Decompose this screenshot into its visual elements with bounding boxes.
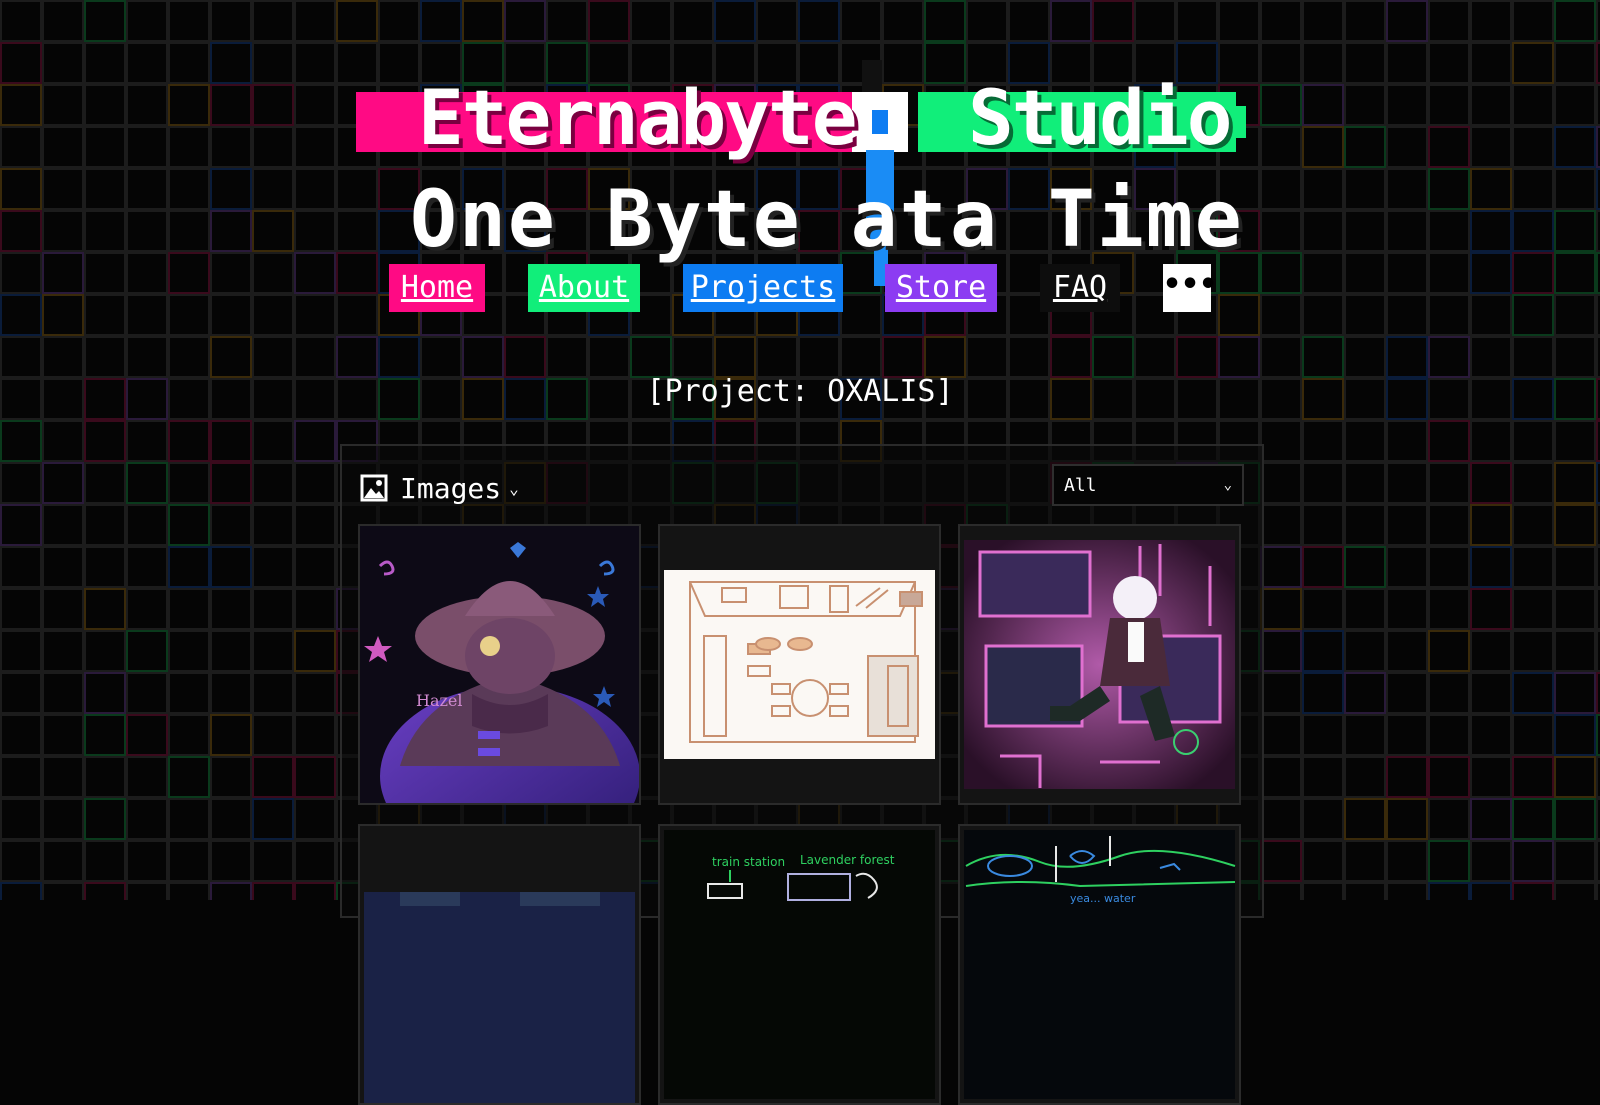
project-title: [Project: OXALIS] — [646, 374, 954, 409]
artwork-room-sketch — [660, 526, 939, 803]
artwork-caption-a: yea... water — [1070, 892, 1136, 905]
logo-tagline-left: One Byte at — [410, 175, 949, 265]
gallery-tile-screens-character[interactable] — [958, 524, 1241, 805]
ellipsis-icon[interactable]: ••• — [1163, 264, 1217, 312]
chevron-down-icon: ⌄ — [509, 478, 519, 498]
nav-projects[interactable]: Projects — [683, 264, 843, 312]
logo-tagline-right: a Time — [950, 175, 1244, 265]
artwork-caption-a: train station — [712, 855, 785, 869]
page: Eternabyte Studio One Byte at a Time Hom… — [0, 0, 1600, 1105]
artwork-dark-scene — [360, 826, 639, 1103]
chevron-down-icon: ⌄ — [1223, 477, 1232, 493]
artwork-path-sketch: yea... water — [960, 826, 1239, 1103]
images-section-label: Images — [400, 471, 502, 505]
nav-about[interactable]: About — [528, 264, 640, 312]
filter-select[interactable]: All ⌄ — [1052, 464, 1244, 506]
nav-home[interactable]: Home — [389, 264, 485, 312]
plug-icon — [852, 92, 908, 152]
filter-select-value: All — [1064, 474, 1097, 496]
main-nav: Home About Projects Store FAQ ••• — [0, 264, 1600, 312]
logo-title-left: Eternabyte — [418, 73, 858, 162]
gallery-panel: Images ⌄ All ⌄ Hazel train station Laven… — [340, 444, 1264, 1105]
logo-title-right: Studio — [968, 73, 1233, 162]
artwork-map-sketch: train station Lavender forest — [660, 826, 939, 1103]
artwork-screens-character — [960, 526, 1239, 803]
gallery-tile-room-sketch[interactable] — [658, 524, 941, 805]
gallery-tile-path-sketch[interactable]: yea... water — [958, 824, 1241, 1105]
images-section-toggle[interactable]: Images ⌄ — [360, 468, 519, 508]
nav-store[interactable]: Store — [885, 264, 997, 312]
image-icon — [360, 474, 388, 502]
artwork-hazel: Hazel — [360, 526, 639, 803]
artwork-caption-b: Lavender forest — [800, 853, 895, 867]
gallery-tile-dark-scene[interactable] — [358, 824, 641, 1105]
artwork-caption: Hazel — [416, 691, 463, 710]
site-logo[interactable]: Eternabyte Studio One Byte at a Time — [0, 30, 1600, 286]
gallery-tile-hazel[interactable]: Hazel — [358, 524, 641, 805]
nav-faq[interactable]: FAQ — [1040, 264, 1120, 312]
gallery-tile-map-sketch[interactable]: train station Lavender forest — [658, 824, 941, 1105]
